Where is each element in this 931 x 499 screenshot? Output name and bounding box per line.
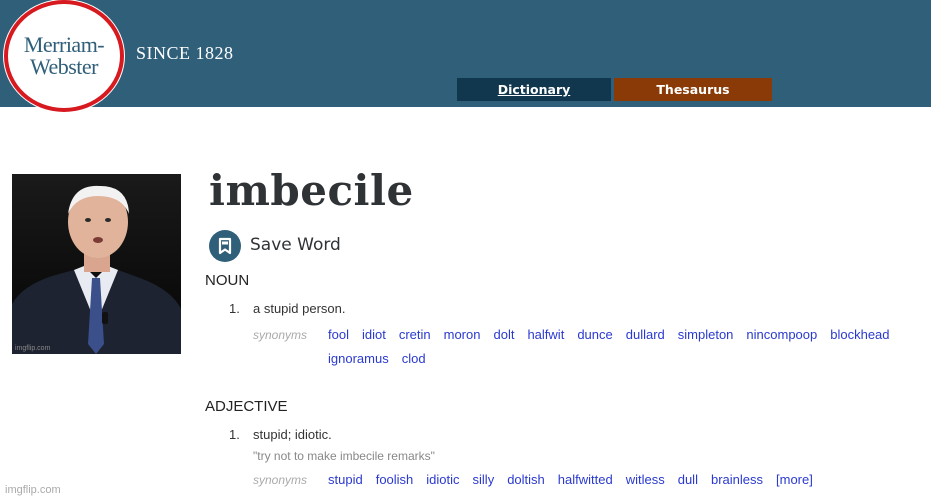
synonyms-list-noun-line-2: ignoramus clod (328, 351, 439, 366)
synonym-link[interactable]: [more] (776, 472, 813, 487)
portrait-illustration (12, 185, 181, 354)
merriam-webster-logo[interactable]: Merriam- Webster (4, 0, 124, 112)
part-of-speech-adjective: ADJECTIVE (205, 398, 288, 415)
synonym-link[interactable]: halfwit (527, 327, 564, 342)
definition-noun: a stupid person. (253, 301, 346, 316)
usage-example: "try not to make imbecile remarks" (253, 449, 435, 463)
synonyms-label-noun: synonyms (253, 328, 308, 342)
synonym-link[interactable]: dullard (626, 327, 665, 342)
since-tagline: SINCE 1828 (136, 43, 234, 63)
bookmark-icon[interactable] (209, 230, 241, 262)
logo-wordmark: Merriam- Webster (8, 34, 120, 78)
sense-number-noun: 1. (229, 301, 240, 316)
synonym-link[interactable]: cretin (399, 327, 431, 342)
save-word-button[interactable]: Save Word (250, 235, 341, 255)
synonym-link[interactable]: idiotic (426, 472, 459, 487)
synonym-link[interactable]: witless (626, 472, 665, 487)
imgflip-watermark: imgflip.com (5, 484, 61, 496)
logo-line-2: Webster (29, 54, 99, 79)
definition-adjective: stupid; idiotic. (253, 427, 332, 442)
synonym-link[interactable]: fool (328, 327, 349, 342)
part-of-speech-noun: NOUN (205, 272, 250, 289)
synonym-link[interactable]: dunce (577, 327, 612, 342)
synonym-link[interactable]: brainless (711, 472, 763, 487)
synonym-link[interactable]: ignoramus (328, 351, 389, 366)
sense-number-adjective: 1. (229, 427, 240, 442)
synonym-link[interactable]: doltish (507, 472, 545, 487)
synonym-link[interactable]: nincompoop (746, 327, 817, 342)
tab-dictionary-label: Dictionary (497, 82, 571, 97)
synonym-link[interactable]: simpleton (678, 327, 734, 342)
tab-dictionary[interactable]: Dictionary (457, 78, 611, 101)
synonyms-list-noun-line-1: fool idiot cretin moron dolt halfwit dunce dull… (328, 327, 903, 342)
synonyms-list-adjective: stupid foolish idiotic silly doltish halfwitt… (328, 472, 826, 487)
synonym-link[interactable]: clod (402, 351, 426, 366)
tab-thesaurus[interactable]: Thesaurus (614, 78, 772, 101)
portrait-photo: imgflip.com (12, 174, 181, 354)
headword: imbecile (209, 166, 414, 215)
synonyms-label-adjective: synonyms (253, 473, 308, 487)
bookmark-glyph (218, 237, 232, 255)
synonym-link[interactable]: blockhead (830, 327, 889, 342)
synonym-link[interactable]: dolt (493, 327, 514, 342)
synonym-link[interactable]: moron (444, 327, 481, 342)
photo-watermark: imgflip.com (15, 345, 51, 352)
logo-line-1: Merriam- (23, 32, 105, 57)
synonym-link[interactable]: foolish (376, 472, 414, 487)
tab-thesaurus-label: Thesaurus (656, 82, 730, 97)
synonym-link[interactable]: dull (678, 472, 698, 487)
synonym-link[interactable]: halfwitted (558, 472, 613, 487)
synonym-link[interactable]: stupid (328, 472, 363, 487)
site-header: Merriam- Webster SINCE 1828 Dictionary T… (0, 0, 931, 112)
synonym-link[interactable]: idiot (362, 327, 386, 342)
synonym-link[interactable]: silly (473, 472, 495, 487)
